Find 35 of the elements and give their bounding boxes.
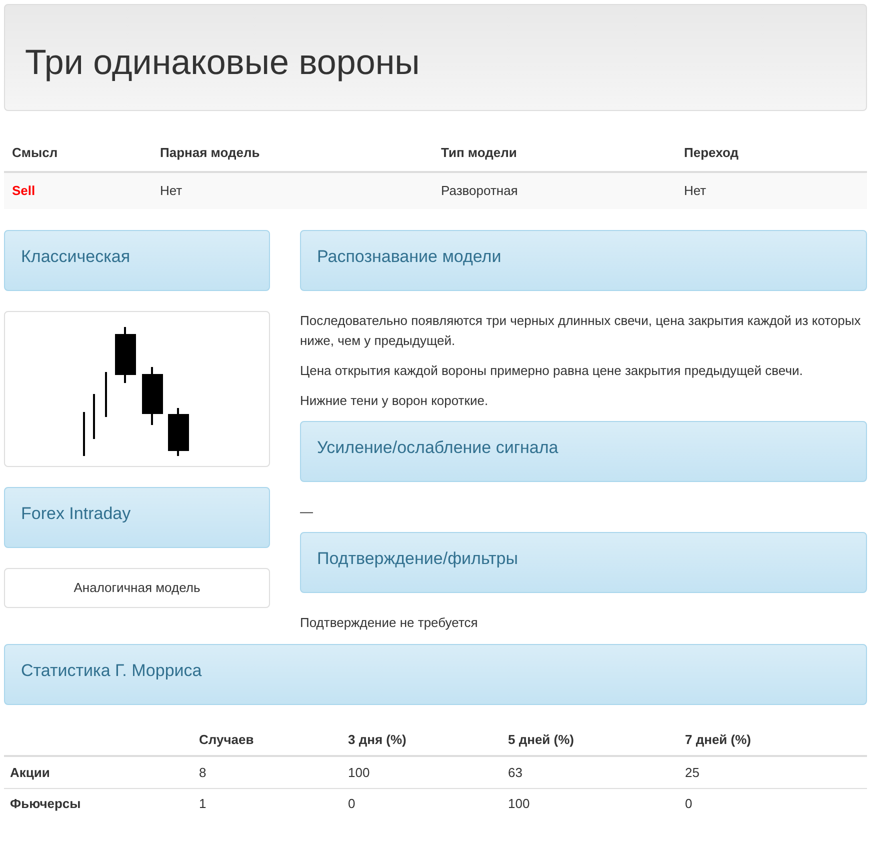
panel-title: Статистика Г. Морриса: [21, 660, 203, 682]
table-cell: 0: [685, 796, 692, 812]
panel-title: Forex Intraday: [21, 503, 132, 525]
panel-title: Подтверждение/фильтры: [317, 548, 519, 570]
description-text: Цена открытия каждой вороны примерно равна цене закрытия предыдущей свечи.: [300, 362, 804, 380]
row-header: Фьючерсы: [10, 796, 81, 812]
page-title: Три одинаковые вороны: [25, 43, 421, 83]
table-cell: 1: [199, 796, 206, 812]
description-text: —: [300, 503, 314, 521]
panel-title: Распознавание модели: [317, 246, 502, 268]
row-header: Акции: [10, 764, 50, 780]
column-header: Переход: [684, 144, 739, 160]
table-cell: Sell: [12, 183, 36, 198]
column-header: 7 дней (%): [685, 732, 751, 748]
analog-model-link[interactable]: Аналогичная модель: [4, 568, 270, 608]
table-cell: 0: [348, 796, 356, 812]
table-cell: 8: [199, 764, 206, 780]
table-cell: 100: [348, 764, 370, 780]
column-header: Парная модель: [160, 144, 260, 160]
column-header: Смысл: [12, 144, 58, 160]
table-cell: Разворотная: [441, 183, 518, 198]
table-cell: Нет: [684, 183, 706, 198]
description-text: Нижние тени у ворон короткие.: [300, 392, 490, 410]
description-text: Подтверждение не требуется: [300, 614, 479, 632]
column-header: 3 дня (%): [348, 732, 406, 748]
table-cell: 25: [685, 764, 700, 780]
panel-title: Усиление/ослабление сигнала: [317, 437, 560, 459]
description-text: Последовательно появляются три черных длинных свечи, цена закрытия каждой из которых ниже, чем у предыдущей.: [300, 312, 862, 350]
table-cell: 100: [508, 796, 530, 812]
column-header: Случаев: [199, 732, 254, 748]
panel-title: Классическая: [21, 246, 132, 268]
table-cell: Нет: [160, 183, 182, 198]
column-header: 5 дней (%): [508, 732, 574, 748]
column-header: Тип модели: [441, 144, 517, 160]
table-cell: 63: [508, 764, 522, 780]
